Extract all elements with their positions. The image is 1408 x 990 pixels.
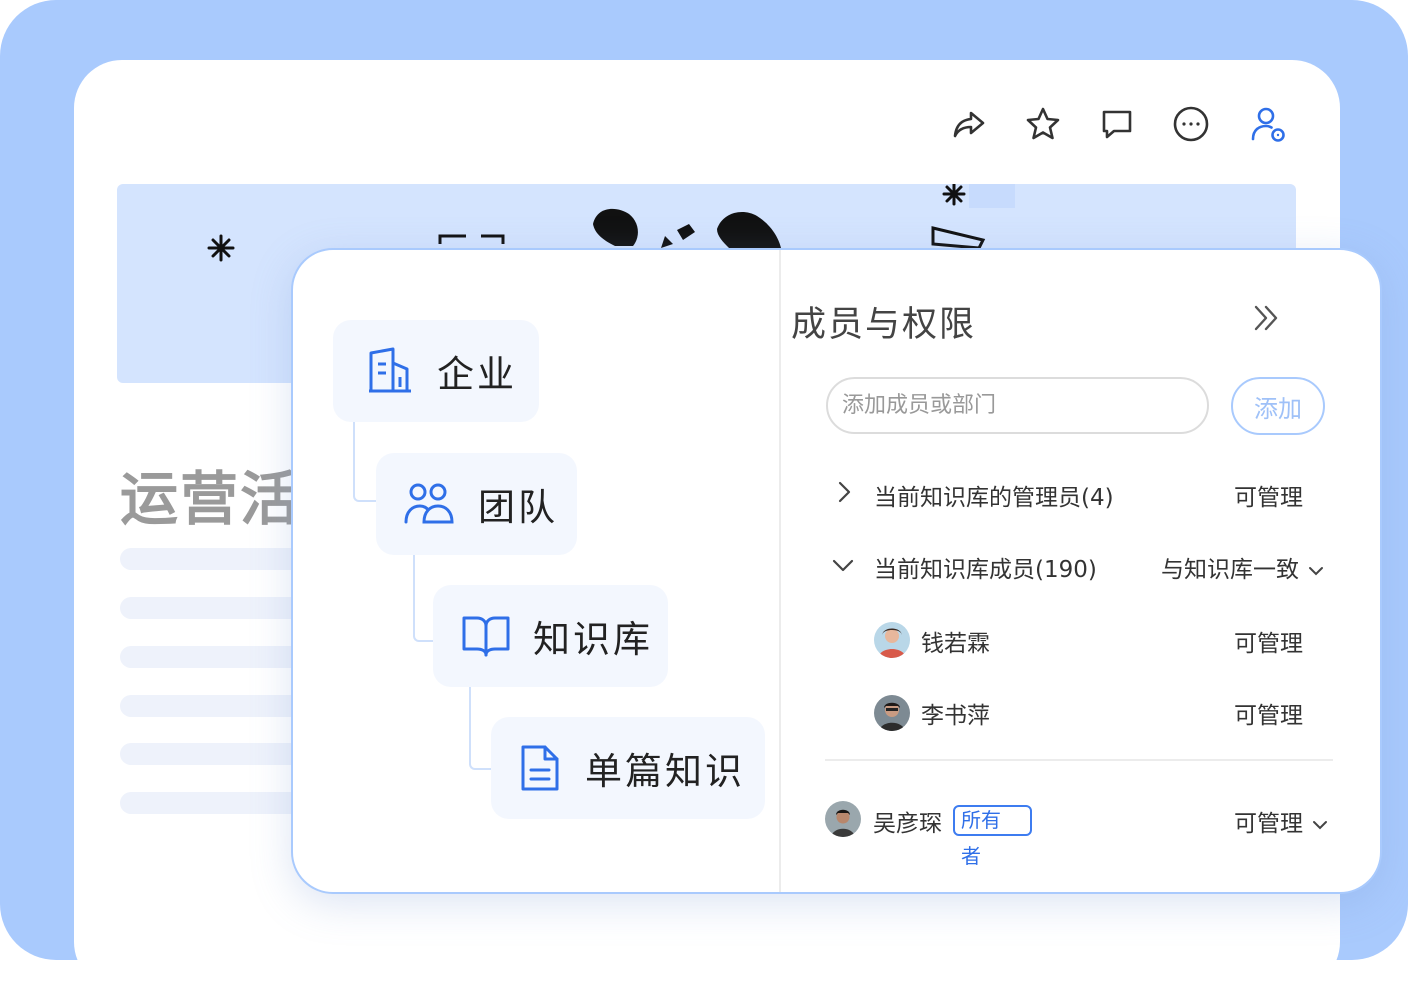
member-name: 钱若霖 [921,631,990,657]
avatar [874,695,910,731]
hierarchy-level-knowledge-base[interactable]: 知识库 [433,585,668,687]
add-member-input[interactable] [826,377,1209,434]
admins-permission: 可管理 [1234,485,1303,511]
member-permission: 可管理 [1234,631,1303,657]
member-permission: 可管理 [1234,703,1303,729]
team-icon [404,482,454,526]
comment-icon[interactable] [1097,104,1137,144]
add-button[interactable]: 添加 [1231,377,1325,435]
building-icon [367,347,413,395]
owner-permission-dropdown[interactable]: 可管理 [1234,804,1328,838]
star-icon[interactable] [1023,104,1063,144]
member-name: 李书萍 [921,703,990,729]
hierarchy-level-label: 单篇知识 [585,750,745,793]
document-icon [519,744,561,792]
double-chevron-right-icon [1254,305,1278,331]
avatar [825,801,861,837]
tree-connector [469,686,493,770]
members-permission-value: 与知识库一致 [1161,557,1299,583]
more-icon[interactable] [1171,104,1211,144]
share-icon[interactable] [949,104,989,144]
panel-title: 成员与权限 [791,305,977,345]
hierarchy-level-enterprise[interactable]: 企业 [333,320,539,422]
owner-permission-value: 可管理 [1234,811,1303,837]
permission-icon[interactable] [1248,104,1288,144]
hierarchy-level-label: 团队 [478,486,558,529]
chevron-down-icon [1313,821,1328,830]
members-permission-dropdown[interactable]: 与知识库一致 [1161,550,1324,584]
chevron-down-icon[interactable] [831,554,855,580]
owner-name: 吴彦琛 [873,811,942,837]
tree-connector [353,422,377,502]
book-icon [461,613,511,659]
admins-group-label[interactable]: 当前知识库的管理员(4) [874,478,1114,512]
hierarchy-level-single-document[interactable]: 单篇知识 [491,717,765,819]
owner-badge: 所有 [953,805,1032,836]
hierarchy-level-label: 企业 [437,353,517,396]
permission-card: 企业 团队 知识库 单篇知识 成员与权限 添加成员或部门 添加 当前知识库的管理… [291,248,1382,894]
members-group-label[interactable]: 当前知识库成员(190) [874,550,1097,584]
avatar [874,622,910,658]
hierarchy-level-team[interactable]: 团队 [376,453,577,555]
collapse-panel-button[interactable] [1248,300,1284,336]
hierarchy-level-label: 知识库 [533,618,653,661]
chevron-right-icon[interactable] [833,480,855,508]
card-divider [779,250,781,892]
owner-badge-overflow: 者 [961,844,981,868]
chevron-down-icon [1309,567,1324,576]
section-divider [825,759,1333,761]
